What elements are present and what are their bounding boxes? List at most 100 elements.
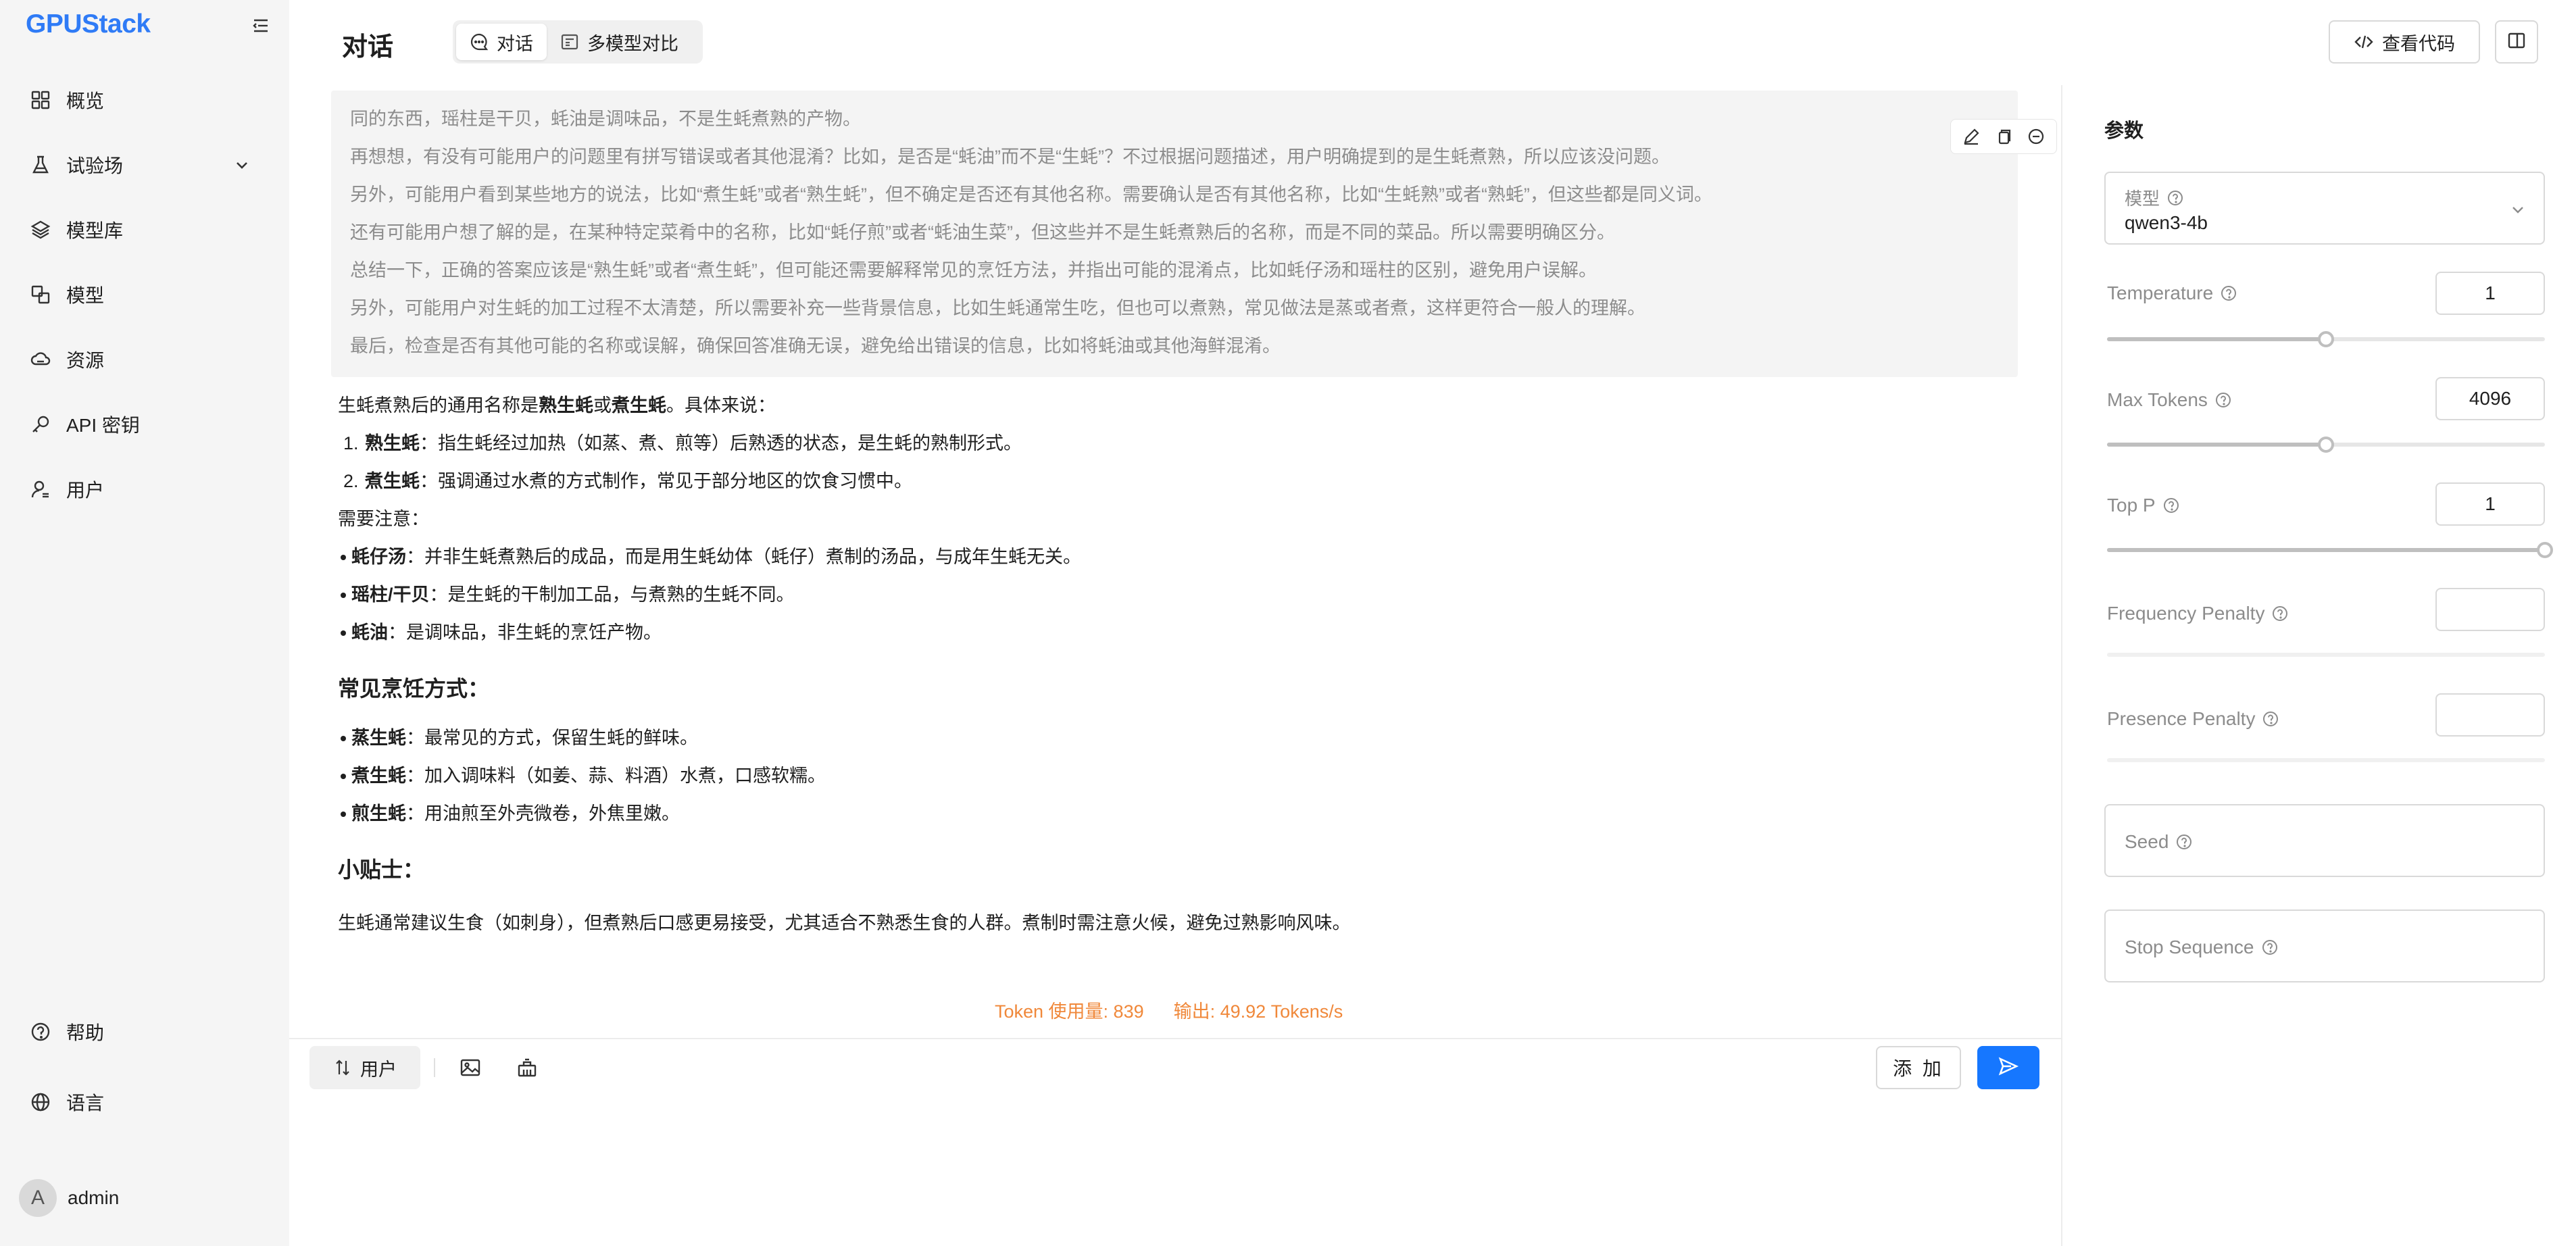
sidebar-item-label: 概览 xyxy=(66,91,105,111)
thinking-line: 再想想，有没有可能用户的问题里有拼写错误或者其他混淆？比如，是否是“蚝油”而不是… xyxy=(350,147,1670,167)
sidebar-item-label: 用户 xyxy=(66,480,105,501)
sidebar-bottom: 帮助 语言 xyxy=(0,997,289,1137)
message-actions xyxy=(1950,119,2057,154)
frequency-penalty-slider[interactable] xyxy=(2107,653,2545,657)
top-p-input[interactable]: 1 xyxy=(2435,482,2545,526)
help-circle-icon xyxy=(2214,391,2232,409)
add-message-button[interactable]: 添 加 xyxy=(1876,1046,1961,1089)
chat-input[interactable] xyxy=(309,1101,2039,1237)
params-panel: 参数 模型 qwen3-4b Temperature 1 Max Tokens … xyxy=(2061,85,2576,1246)
gpustack-logo[interactable]: GPUStack xyxy=(26,9,151,39)
help-circle-icon xyxy=(2166,189,2184,207)
page-title: 对话 xyxy=(342,33,394,61)
token-count: Token 使用量: 839 xyxy=(995,1001,1144,1022)
frequency-penalty-input[interactable] xyxy=(2435,588,2545,631)
thinking-line: 总结一下，正确的答案应该是“熟生蚝”或者“煮生蚝”，但可能还需要解释常见的烹饪方… xyxy=(350,260,1597,280)
notes-list: 蚝仔汤：并非生蚝煮熟后的成品，而是用生蚝幼体（蚝仔）煮制的汤品，与成年生蚝无关。… xyxy=(338,538,2014,651)
sidebar-item-label: 帮助 xyxy=(66,1022,105,1043)
sidebar-item-help[interactable]: 帮助 xyxy=(0,997,289,1067)
edit-icon[interactable] xyxy=(1955,122,1987,151)
sidebar-item-overview[interactable]: 概览 xyxy=(0,68,289,132)
list-item: 煮生蚝：加入调味料（如姜、蒜、料酒）水煮，口感软糯。 xyxy=(338,757,2014,795)
thinking-line: 另外，可能用户看到某些地方的说法，比如“煮生蚝”或者“熟生蚝”，但不确定是否还有… xyxy=(350,184,1712,205)
collapse-sidebar-icon[interactable] xyxy=(250,15,272,36)
message-input-bar: 用户 添 加 xyxy=(289,1038,2061,1246)
max-tokens-label: Max Tokens xyxy=(2107,389,2208,410)
sidebar-item-resources[interactable]: 资源 xyxy=(0,327,289,392)
thinking-block: 同的东西，瑶柱是干贝，蚝油是调味品，不是生蚝煮熟的产物。 再想想，有没有可能用户… xyxy=(331,91,2057,377)
flask-icon xyxy=(30,154,51,176)
copy-icon[interactable] xyxy=(1987,122,2020,151)
seed-field[interactable]: Seed xyxy=(2104,804,2545,877)
top-p-slider[interactable] xyxy=(2107,542,2553,558)
stop-sequence-label: Stop Sequence xyxy=(2125,937,2254,957)
list-item: 2. 煮生蚝：强调通过水煮的方式制作，常见于部分地区的饮食习惯中。 xyxy=(343,471,912,491)
max-tokens-slider[interactable] xyxy=(2107,437,2545,453)
sidebar-item-label: 资源 xyxy=(66,350,105,371)
temperature-input[interactable]: 1 xyxy=(2435,272,2545,315)
list-item: 煎生蚝：用油煎至外壳微卷，外焦里嫩。 xyxy=(338,795,2014,832)
chat-messages: 同的东西，瑶柱是干贝，蚝油是调味品，不是生蚝煮熟的产物。 再想想，有没有可能用户… xyxy=(289,85,2061,1031)
sidebar-item-users[interactable]: 用户 xyxy=(0,457,289,522)
tab-compare[interactable]: 多模型对比 xyxy=(547,24,692,60)
clear-chat-icon[interactable] xyxy=(514,1054,541,1081)
help-circle-icon xyxy=(2262,710,2279,728)
token-usage: Token 使用量: 839 输出: 49.92 Tokens/s xyxy=(995,997,1372,1023)
send-button[interactable] xyxy=(1977,1046,2039,1089)
sidebar-item-playground[interactable]: 试验场 xyxy=(0,132,289,197)
thinking-line: 同的东西，瑶柱是干贝，蚝油是调味品，不是生蚝煮熟的产物。 xyxy=(350,109,861,129)
slider-handle[interactable] xyxy=(2318,437,2334,453)
tab-label: 多模型对比 xyxy=(587,33,678,54)
user-menu[interactable]: A admin xyxy=(19,1179,119,1217)
role-switch-button[interactable]: 用户 xyxy=(309,1046,420,1089)
image-upload-icon[interactable] xyxy=(457,1054,484,1081)
temperature-slider[interactable] xyxy=(2107,331,2545,347)
list-item: 瑶柱/干贝：是生蚝的干制加工品，与煮熟的生蚝不同。 xyxy=(338,576,2014,614)
chevron-down-icon xyxy=(234,157,250,173)
view-code-button[interactable]: 查看代码 xyxy=(2329,20,2480,64)
slider-handle[interactable] xyxy=(2318,331,2334,347)
temperature-label: Temperature xyxy=(2107,282,2214,303)
key-icon xyxy=(30,414,51,435)
code-icon xyxy=(2354,32,2374,52)
sidebar-item-label: API 密钥 xyxy=(66,415,140,436)
sidebar-item-api-keys[interactable]: API 密钥 xyxy=(0,392,289,457)
max-tokens-input[interactable]: 4096 xyxy=(2435,377,2545,420)
stop-sequence-field[interactable]: Stop Sequence xyxy=(2104,909,2545,982)
sidebar-item-language[interactable]: 语言 xyxy=(0,1067,289,1137)
sidebar-item-label: 模型 xyxy=(66,285,105,306)
avatar: A xyxy=(19,1179,57,1217)
presence-penalty-input[interactable] xyxy=(2435,693,2545,737)
sidebar-item-label: 模型库 xyxy=(66,220,124,241)
delete-icon[interactable] xyxy=(2020,122,2052,151)
tab-chat[interactable]: 对话 xyxy=(456,24,547,60)
sidebar-item-label: 语言 xyxy=(66,1093,105,1114)
presence-penalty-slider[interactable] xyxy=(2107,758,2545,762)
seed-label: Seed xyxy=(2125,831,2169,852)
cloud-icon xyxy=(30,349,51,370)
slider-handle[interactable] xyxy=(2537,542,2553,558)
mode-tabs: 对话 多模型对比 xyxy=(453,20,703,64)
sidebar-item-label: 试验场 xyxy=(66,155,124,176)
toggle-params-panel-button[interactable] xyxy=(2495,20,2538,64)
thinking-line: 还有可能用户想了解的是，在某种特定菜肴中的名称，比如“蚝仔煎”或者“蚝油生菜”，… xyxy=(350,222,1615,243)
compare-icon xyxy=(560,32,579,51)
model-select[interactable]: 模型 qwen3-4b xyxy=(2104,172,2545,245)
list-item: 蚝仔汤：并非生蚝煮熟后的成品，而是用生蚝幼体（蚝仔）煮制的汤品，与成年生蚝无关。 xyxy=(338,538,2014,576)
model-icon xyxy=(30,284,51,305)
cooking-list: 蒸生蚝：最常见的方式，保留生蚝的鲜味。 煮生蚝：加入调味料（如姜、蒜、料酒）水煮… xyxy=(338,719,2014,832)
model-label: 模型 xyxy=(2125,189,2160,209)
assistant-answer: 生蚝煮熟后的通用名称是熟生蚝或煮生蚝。具体来说： 1. 熟生蚝：指生蚝经过加热（如… xyxy=(338,387,2014,942)
divider xyxy=(434,1058,435,1077)
sidebar-item-catalog[interactable]: 模型库 xyxy=(0,197,289,262)
grid-icon xyxy=(30,89,51,111)
list-item: 1. 熟生蚝：指生蚝经过加热（如蒸、煮、煎等）后熟透的状态，是生蚝的熟制形式。 xyxy=(343,433,1022,453)
note-label: 需要注意： xyxy=(338,509,429,529)
thinking-line: 另外，可能用户对生蚝的加工过程不太清楚，所以需要补充一些背景信息，比如生蚝通常生… xyxy=(350,298,1645,318)
cooking-heading: 常见烹饪方式： xyxy=(338,676,490,701)
sidebar-item-models[interactable]: 模型 xyxy=(0,262,289,327)
help-circle-icon xyxy=(2220,284,2237,302)
sidebar-nav: 概览 试验场 模型库 模型 资源 API 密钥 用户 xyxy=(0,68,289,522)
frequency-penalty-label: Frequency Penalty xyxy=(2107,603,2265,624)
user-icon xyxy=(30,478,51,500)
